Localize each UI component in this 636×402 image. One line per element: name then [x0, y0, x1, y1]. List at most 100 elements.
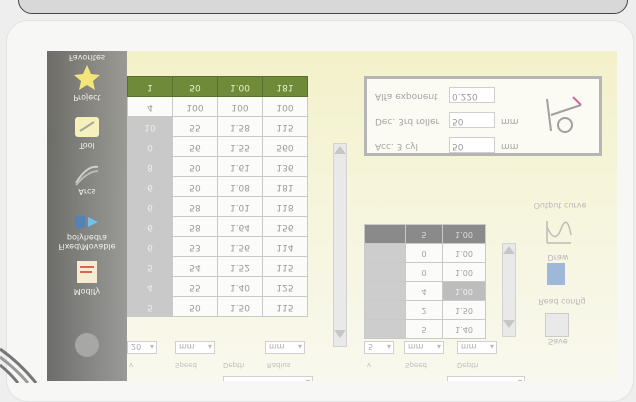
toolbar-item-tool[interactable]: Tool: [47, 113, 127, 150]
small-table-cell[interactable]: 1.50: [442, 300, 486, 320]
toolbar-item-modify[interactable]: Modify: [47, 257, 127, 296]
table-cell[interactable]: 114: [262, 236, 308, 257]
clipboard-icon: [77, 261, 97, 283]
small-table-cell[interactable]: 0: [405, 243, 443, 263]
table-cell[interactable]: 50: [172, 76, 218, 97]
small-table-scrollbar[interactable]: [502, 243, 516, 337]
table-cell[interactable]: 136: [262, 156, 308, 177]
table-cell[interactable]: 50: [172, 156, 218, 177]
table-unit-select[interactable]: mm: [175, 341, 215, 354]
table-cell[interactable]: 100: [262, 96, 308, 117]
table-cell[interactable]: 4: [127, 96, 173, 117]
footer-label: Radius: [267, 361, 291, 369]
small-table-cell[interactable]: [364, 300, 406, 320]
small-count-select[interactable]: 5: [364, 341, 394, 354]
table-cell[interactable]: 1.64: [217, 216, 263, 237]
small-table-cell[interactable]: 1.00: [442, 262, 486, 282]
small-table-cell[interactable]: [364, 319, 406, 339]
small-table-cell[interactable]: 2: [405, 300, 443, 320]
table-cell[interactable]: 58: [172, 196, 218, 217]
small-unit-select[interactable]: mm: [404, 341, 444, 354]
table-cell[interactable]: 1.08: [217, 176, 263, 197]
read-config-button[interactable]: [547, 263, 565, 285]
small-unit-select-2[interactable]: mm: [457, 341, 497, 354]
table-cell[interactable]: 115: [262, 256, 308, 277]
table-cell[interactable]: 6: [127, 196, 173, 217]
table-cell[interactable]: 156: [262, 216, 308, 237]
table-scrollbar[interactable]: [333, 143, 347, 347]
table-wide-select[interactable]: [223, 376, 313, 381]
circle-icon[interactable]: [75, 333, 99, 357]
table-cell[interactable]: 58: [172, 216, 218, 237]
small-wide-select[interactable]: [447, 376, 525, 381]
toolbar-item-project[interactable]: Project: [47, 63, 127, 102]
table-cell[interactable]: 6: [127, 236, 173, 257]
acc-cyl-input[interactable]: 50: [449, 137, 495, 153]
table-cell[interactable]: 50: [172, 176, 218, 197]
table-cell[interactable]: 560: [262, 136, 308, 157]
table-cell[interactable]: 1: [127, 76, 173, 97]
table-cell[interactable]: 56: [172, 136, 218, 157]
small-table-cell[interactable]: [364, 243, 406, 263]
table-cell[interactable]: 100: [172, 96, 218, 117]
table-cell[interactable]: 4: [127, 276, 173, 297]
small-table-cell[interactable]: [364, 281, 406, 301]
table-cell[interactable]: 54: [172, 256, 218, 277]
table-cell[interactable]: 1.00: [217, 76, 263, 97]
table-cell[interactable]: 181: [262, 76, 308, 97]
small-table-cell[interactable]: 4: [405, 281, 443, 301]
toolbar-item-favorites[interactable]: Favorites: [47, 53, 127, 62]
table-cell[interactable]: 8: [127, 156, 173, 177]
table-cell[interactable]: 115: [262, 296, 308, 317]
small-table-cell[interactable]: 1.00: [442, 281, 486, 301]
table-cell[interactable]: 55: [172, 276, 218, 297]
settings-label: Alfa exponent: [375, 91, 438, 101]
table-row: 5 54 1.52 115: [127, 256, 308, 277]
small-table-cell[interactable]: 1.00: [442, 224, 486, 244]
scroll-down-arrow-icon[interactable]: [503, 320, 515, 328]
table-cell[interactable]: 5: [127, 296, 173, 317]
table-cell[interactable]: 6: [127, 216, 173, 237]
settings-label: Acc. 3 cyl: [375, 141, 418, 151]
table-count-select[interactable]: 20: [127, 341, 157, 354]
scroll-up-arrow-icon[interactable]: [334, 146, 346, 154]
small-table-cell[interactable]: 1.40: [442, 319, 486, 339]
table-cell[interactable]: 0: [127, 136, 173, 157]
table-cell[interactable]: 53: [172, 236, 218, 257]
table-cell[interactable]: 1.56: [217, 236, 263, 257]
table-cell[interactable]: 55: [172, 116, 218, 137]
table-cell[interactable]: 1.50: [217, 296, 263, 317]
toolbar-item-arcs[interactable]: Arcs: [47, 163, 127, 196]
table-unit-select-2[interactable]: mm: [265, 341, 305, 354]
table-cell[interactable]: 115: [262, 116, 308, 137]
small-table-cell[interactable]: 0: [405, 262, 443, 282]
table-cell[interactable]: 118: [262, 196, 308, 217]
alfa-exponent-input[interactable]: 0.220: [449, 87, 495, 103]
toolbar-item-polyhedra[interactable]: Fixed/Movable polyhedra: [47, 211, 127, 251]
small-table-cell[interactable]: [364, 224, 406, 244]
table-cell[interactable]: 10: [127, 116, 173, 137]
scroll-down-arrow-icon[interactable]: [334, 330, 346, 338]
table-cell[interactable]: 1.01: [217, 196, 263, 217]
save-button[interactable]: [545, 313, 569, 337]
table-cell[interactable]: 1.52: [217, 256, 263, 277]
table-cell[interactable]: 6: [127, 176, 173, 197]
table-cell[interactable]: 1.40: [217, 276, 263, 297]
table-cell[interactable]: 181: [262, 176, 308, 197]
table-cell[interactable]: 50: [172, 296, 218, 317]
table-cell[interactable]: 1.58: [217, 116, 263, 137]
dec-roller-input[interactable]: 50: [449, 112, 495, 128]
table-cell[interactable]: 100: [217, 96, 263, 117]
small-table-cell[interactable]: 1.00: [442, 243, 486, 263]
small-table-cell[interactable]: 5: [405, 224, 443, 244]
scroll-up-arrow-icon[interactable]: [503, 246, 515, 254]
table-cell[interactable]: 1.55: [217, 136, 263, 157]
curve-icon[interactable]: [543, 217, 573, 247]
draw-label: Draw: [547, 253, 569, 262]
table-cell[interactable]: 5: [127, 256, 173, 277]
small-table-cell[interactable]: 5: [405, 319, 443, 339]
table-cell[interactable]: 125: [262, 276, 308, 297]
settings-label: Dec. 3rd roller: [375, 116, 440, 126]
small-table-cell[interactable]: [364, 262, 406, 282]
table-cell[interactable]: 1.61: [217, 156, 263, 177]
